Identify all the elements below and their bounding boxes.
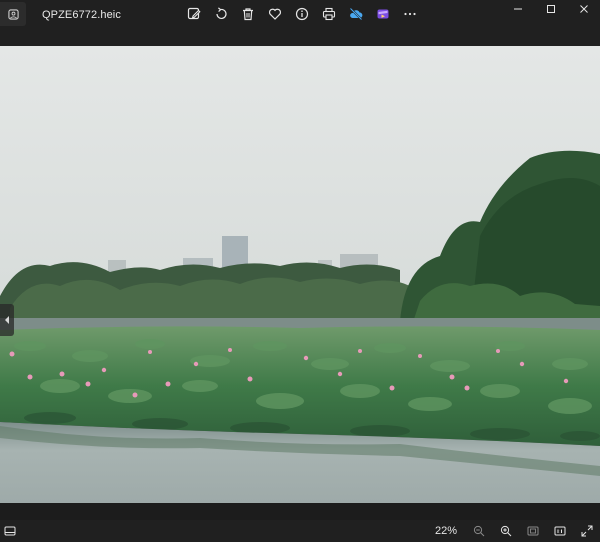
- close-button[interactable]: [567, 0, 600, 18]
- fullscreen-icon: [581, 525, 592, 537]
- cloud-off-icon: [349, 7, 362, 21]
- zoom-controls: 22%: [435, 522, 600, 540]
- clipchamp-button[interactable]: [369, 3, 396, 25]
- chevron-left-icon: [5, 316, 9, 324]
- maximize-button[interactable]: [534, 0, 567, 18]
- more-options-icon: [403, 12, 416, 16]
- minimize-icon: [513, 8, 522, 10]
- filmstrip-area: [0, 503, 600, 520]
- actual-size-icon: [554, 526, 565, 536]
- zoom-out-button[interactable]: [465, 522, 492, 540]
- print-button[interactable]: [315, 3, 342, 25]
- edit-image-button[interactable]: [180, 3, 207, 25]
- cloud-off-button[interactable]: [342, 3, 369, 25]
- zoom-in-button[interactable]: [492, 522, 519, 540]
- print-icon: [322, 7, 335, 21]
- maximize-icon: [546, 5, 555, 13]
- delete-icon: [242, 8, 253, 21]
- favorite-heart-icon: [268, 8, 281, 20]
- filmstrip-icon: [4, 526, 16, 536]
- actual-size-button[interactable]: [546, 522, 573, 540]
- zoom-level: 22%: [434, 525, 457, 537]
- clipchamp-icon: [377, 9, 388, 19]
- close-icon: [579, 5, 588, 13]
- title-bar: QPZE6772.heic: [0, 0, 600, 46]
- bottom-bar: 22%: [0, 520, 600, 542]
- lotus-lake-photo: [0, 46, 600, 503]
- minimize-button[interactable]: [501, 0, 534, 18]
- photo-view[interactable]: [0, 46, 600, 503]
- window-title: QPZE6772.heic: [42, 9, 121, 21]
- filmstrip-toggle-button[interactable]: [2, 523, 18, 539]
- info-icon: [295, 7, 308, 21]
- fit-to-window-icon: [527, 526, 538, 536]
- delete-button[interactable]: [234, 3, 261, 25]
- toolbar: [180, 3, 423, 25]
- window-controls: [501, 0, 600, 18]
- photos-app-icon[interactable]: [0, 2, 26, 26]
- previous-photo-button[interactable]: [0, 304, 14, 336]
- zoom-out-icon: [473, 525, 484, 537]
- info-button[interactable]: [288, 3, 315, 25]
- fit-to-window-button[interactable]: [519, 522, 546, 540]
- more-options-button[interactable]: [396, 3, 423, 25]
- zoom-in-icon: [500, 525, 511, 537]
- edit-image-icon: [187, 7, 201, 20]
- fullscreen-button[interactable]: [573, 522, 600, 540]
- favorite-button[interactable]: [261, 3, 288, 25]
- rotate-button[interactable]: [207, 3, 234, 25]
- rotate-icon: [215, 7, 227, 20]
